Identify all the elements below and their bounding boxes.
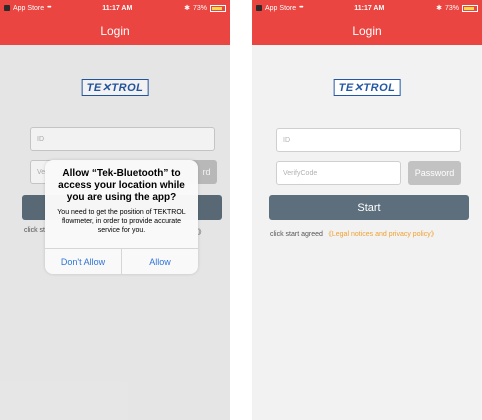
status-bar: App Store ••• 11:17 AM ✱ 73% (0, 0, 230, 16)
status-bar: App Store ••• 11:17 AM ✱ 73% (252, 0, 482, 16)
location-permission-alert: Allow “Tek-Bluetooth” to access your loc… (45, 160, 198, 274)
back-to-app-store[interactable]: App Store (13, 5, 44, 12)
battery-icon (210, 4, 226, 12)
battery-percent: 73% (192, 4, 207, 12)
agree-text: click start agreed 《Legal notices and pr… (270, 229, 438, 239)
alert-actions: Don't Allow Allow (45, 248, 198, 274)
bluetooth-icon: ✱ (436, 5, 442, 12)
legal-link[interactable]: 《Legal notices and privacy policy》 (325, 231, 438, 238)
verify-code-field[interactable]: VerifyCode (276, 161, 401, 185)
signal-icon: ••• (299, 5, 303, 11)
page-title: Login (0, 16, 230, 45)
clock: 11:17 AM (354, 4, 385, 12)
clock: 11:17 AM (102, 4, 133, 12)
alert-message: You need to get the position of TEKTROL … (57, 209, 186, 234)
id-placeholder: ID (283, 136, 290, 144)
bluetooth-icon: ✱ (184, 5, 190, 12)
battery-icon (462, 4, 478, 12)
allow-button[interactable]: Allow (122, 249, 198, 274)
left-screen: App Store ••• 11:17 AM ✱ 73% Login TE✕TR… (0, 0, 230, 420)
alert-title: Allow “Tek-Bluetooth” to access your loc… (58, 168, 185, 203)
battery-percent: 73% (444, 4, 459, 12)
back-to-app-store[interactable]: App Store (265, 5, 296, 12)
id-field[interactable]: ID (276, 128, 461, 152)
app-store-icon (4, 5, 10, 11)
app-store-icon (256, 5, 262, 11)
dont-allow-button[interactable]: Don't Allow (45, 249, 121, 274)
verify-placeholder: VerifyCode (283, 169, 318, 177)
page-title: Login (252, 16, 482, 45)
agree-label: click start agreed (270, 231, 323, 238)
tektrol-logo: TE✕TROL (333, 79, 401, 96)
right-screen: App Store ••• 11:17 AM ✱ 73% Login TE✕TR… (252, 0, 482, 420)
password-button[interactable]: Password (408, 161, 461, 185)
start-button[interactable]: Start (269, 195, 469, 220)
signal-icon: ••• (47, 5, 51, 11)
